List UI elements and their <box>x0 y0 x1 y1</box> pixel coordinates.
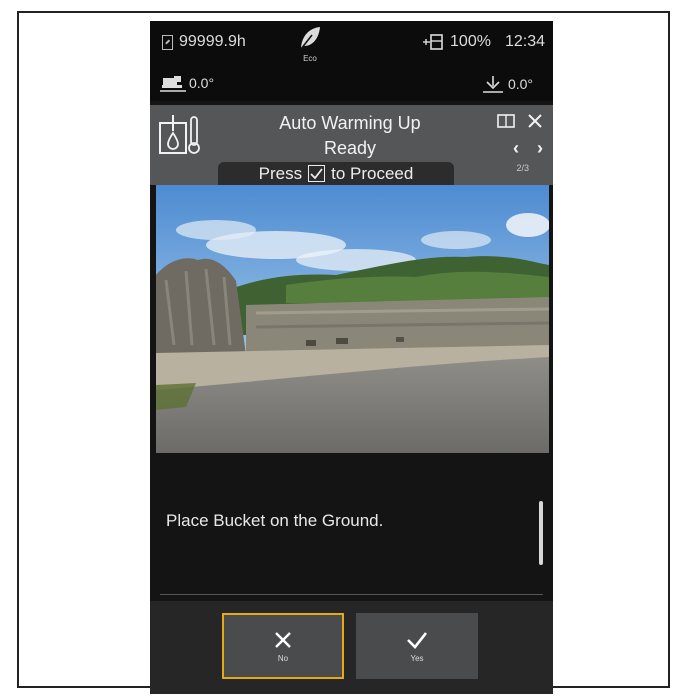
dialog-title-line1: Auto Warming Up <box>279 113 421 133</box>
cross-icon <box>275 631 291 648</box>
yes-button[interactable]: Yes <box>356 613 478 679</box>
next-page-button[interactable]: › <box>537 138 543 159</box>
battery-percent: 100% <box>450 33 491 50</box>
bucket-tilt-icon <box>482 76 503 93</box>
checkmark-icon <box>407 631 428 649</box>
clock-time: 12:34 <box>504 33 545 50</box>
eco-indicator: Eco <box>295 25 325 63</box>
message-scrollbar[interactable] <box>539 501 543 565</box>
status-bar: 99999.9h Eco 100% 12:34 <box>150 21 553 69</box>
previous-page-button[interactable]: ‹ <box>513 138 519 159</box>
dialog-header: Auto Warming Up Ready ‹ › 2/3 Press to P… <box>150 105 553 185</box>
no-button[interactable]: No <box>222 613 344 679</box>
leaf-icon <box>300 27 320 50</box>
hour-meter-value: 99999.9h <box>179 33 246 50</box>
machine-tilt-icon <box>160 76 186 92</box>
header-controls <box>497 113 543 129</box>
page-indicator: 2/3 <box>516 163 529 173</box>
hour-meter: 99999.9h <box>162 33 246 51</box>
machine-angle: 0.0° <box>160 74 214 92</box>
manual-book-icon[interactable] <box>497 114 515 128</box>
checkmark-box-icon <box>308 165 326 182</box>
instruction-message: Place Bucket on the Ground. <box>166 511 384 530</box>
bucket-angle: 0.0° <box>481 74 533 94</box>
display-screen: 99999.9h Eco 100% 12:34 0.0° 0.0° Auto W… <box>150 21 553 694</box>
bucket-angle-value: 0.0° <box>507 76 533 92</box>
dialog-title: Auto Warming Up Ready <box>220 111 480 161</box>
press-text: Press <box>258 163 303 183</box>
yes-button-label: Yes <box>410 653 424 663</box>
coolant-temperature-icon <box>159 115 200 154</box>
page-navigation: ‹ › <box>513 138 543 159</box>
eco-label: Eco <box>303 54 317 63</box>
status-right: 100% 12:34 <box>422 33 545 51</box>
footer-divider <box>160 594 543 595</box>
battery-icon <box>423 34 443 50</box>
dialog-title-line2: Ready <box>323 138 377 158</box>
hour-meter-icon <box>162 34 173 50</box>
machine-angle-value: 0.0° <box>189 75 215 91</box>
close-icon[interactable] <box>527 113 543 129</box>
proceed-instruction: Press to Proceed <box>218 162 454 185</box>
button-bar: No Yes <box>150 601 553 694</box>
quarry-site-photo <box>156 185 549 453</box>
angle-row: 0.0° 0.0° <box>150 69 553 101</box>
proceed-text: to Proceed <box>331 163 414 183</box>
no-button-label: No <box>277 653 289 663</box>
